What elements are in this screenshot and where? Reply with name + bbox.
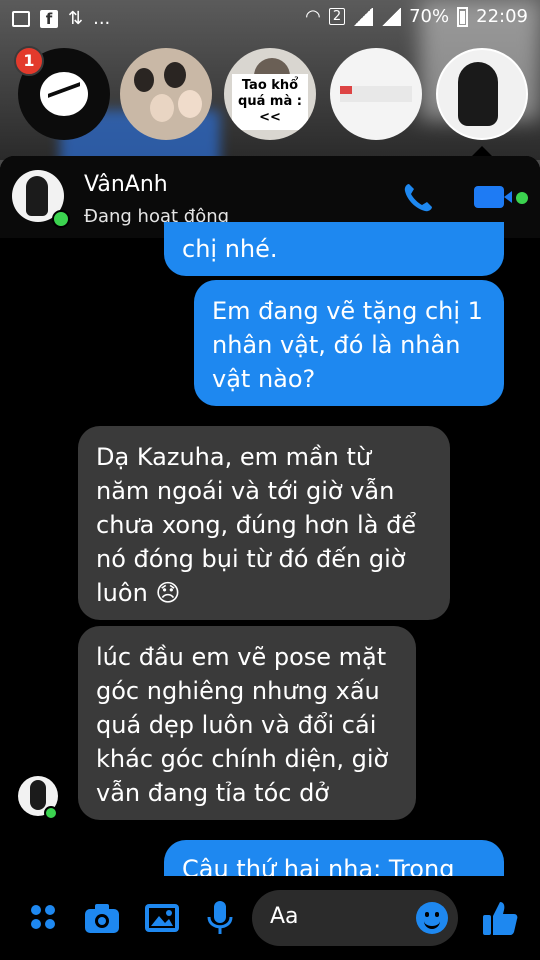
chat-heads-row: 1 Tao khổ quá mà :<< bbox=[0, 46, 540, 146]
thumbs-up-icon[interactable] bbox=[480, 898, 520, 938]
battery-icon bbox=[457, 6, 469, 27]
chat-panel: VânAnh Đang hoạt động chị nhé. Em đang v… bbox=[0, 156, 540, 960]
microphone-icon[interactable] bbox=[200, 898, 240, 938]
message-bubble-outgoing[interactable]: chị nhé. bbox=[164, 222, 504, 276]
caption-chat-head[interactable]: Tao khổ quá mà :<< bbox=[224, 48, 316, 140]
gallery-notification-icon bbox=[12, 10, 30, 27]
group-chat-head[interactable] bbox=[120, 48, 212, 140]
wifi-icon: ◠ bbox=[305, 6, 321, 27]
message-bubble-outgoing[interactable]: Câu thứ hai nha: Trong bbox=[164, 840, 504, 880]
message-composer: Aa bbox=[0, 876, 540, 960]
avatar-drawing bbox=[30, 780, 46, 810]
active-chat-head[interactable] bbox=[436, 48, 528, 140]
sim-indicator: 2 bbox=[328, 8, 346, 25]
avatar-drawing bbox=[458, 62, 498, 126]
message-input[interactable]: Aa bbox=[252, 890, 458, 946]
active-head-pointer bbox=[472, 146, 492, 156]
gallery-icon[interactable] bbox=[142, 898, 182, 938]
signal-icon-2 bbox=[381, 7, 402, 26]
emoji-icon[interactable] bbox=[416, 902, 448, 934]
battery-percent: 70% bbox=[409, 6, 450, 27]
chat-head-caption: Tao khổ quá mà :<< bbox=[232, 74, 308, 130]
transfer-icon: ⇅ bbox=[68, 8, 84, 29]
status-left: f ⇅ ... bbox=[12, 8, 110, 29]
clock: 22:09 bbox=[476, 6, 528, 27]
phone-call-icon[interactable] bbox=[400, 180, 436, 216]
status-right: ◠ 2 70% 22:09 bbox=[305, 6, 528, 27]
small-online-indicator bbox=[44, 806, 58, 820]
message-input-placeholder: Aa bbox=[270, 904, 299, 929]
status-bar: f ⇅ ... ◠ 2 70% 22:09 bbox=[0, 0, 540, 36]
message-bubble-incoming[interactable]: lúc đầu em vẽ pose mặt góc nghiêng nhưng… bbox=[78, 626, 416, 820]
screenshot-chat-head[interactable] bbox=[330, 48, 422, 140]
more-apps-icon[interactable] bbox=[24, 898, 64, 938]
more-notifications: ... bbox=[93, 8, 111, 29]
online-indicator bbox=[52, 210, 70, 228]
unread-badge: 1 bbox=[14, 46, 44, 76]
camera-icon[interactable] bbox=[82, 898, 122, 938]
signal-icon bbox=[353, 7, 374, 26]
avatar-drawing bbox=[26, 176, 48, 216]
avatar-screenshot-mark bbox=[340, 86, 352, 94]
avatar-photo-person bbox=[134, 68, 154, 92]
contact-name[interactable]: VânAnh bbox=[84, 172, 168, 197]
avatar-photo-person bbox=[178, 90, 202, 118]
avatar-photo-person bbox=[164, 62, 186, 88]
video-online-dot bbox=[516, 192, 528, 204]
message-bubble-outgoing[interactable]: Em đang vẽ tặng chị 1 nhân vật, đó là nh… bbox=[194, 280, 504, 406]
avatar-photo-person bbox=[150, 94, 174, 122]
facebook-notification-icon: f bbox=[40, 9, 58, 28]
message-bubble-incoming[interactable]: Dạ Kazuha, em mần từ năm ngoái và tới gi… bbox=[78, 426, 450, 620]
video-call-icon[interactable] bbox=[474, 186, 512, 208]
